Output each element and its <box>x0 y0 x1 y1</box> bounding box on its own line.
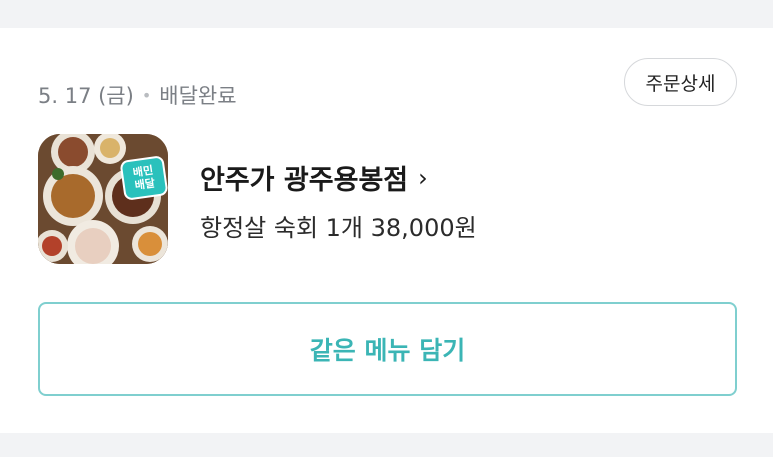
order-summary: 항정살 숙회 1개 38,000원 <box>200 214 477 242</box>
order-status: 배달완료 <box>159 84 237 108</box>
food-image <box>38 134 168 264</box>
order-meta: 5. 17 (금) • 배달완료 <box>38 80 237 110</box>
baemin-badge-icon: 배민 배달 <box>119 155 168 201</box>
order-date: 5. 17 (금) <box>38 84 134 108</box>
reorder-button[interactable]: 같은 메뉴 담기 <box>38 302 737 396</box>
chevron-right-icon: › <box>418 163 428 192</box>
meta-separator: • <box>141 85 152 105</box>
store-name: 안주가 광주용봉점 <box>200 165 409 196</box>
order-card: 5. 17 (금) • 배달완료 주문상세 배민 배달 안주가 광주용봉점 › … <box>0 28 773 433</box>
store-link[interactable]: 안주가 광주용봉점 › <box>200 158 428 197</box>
order-detail-button[interactable]: 주문상세 <box>624 58 737 106</box>
store-thumbnail[interactable]: 배민 배달 <box>38 134 168 264</box>
badge-line-2: 배달 <box>133 176 156 193</box>
